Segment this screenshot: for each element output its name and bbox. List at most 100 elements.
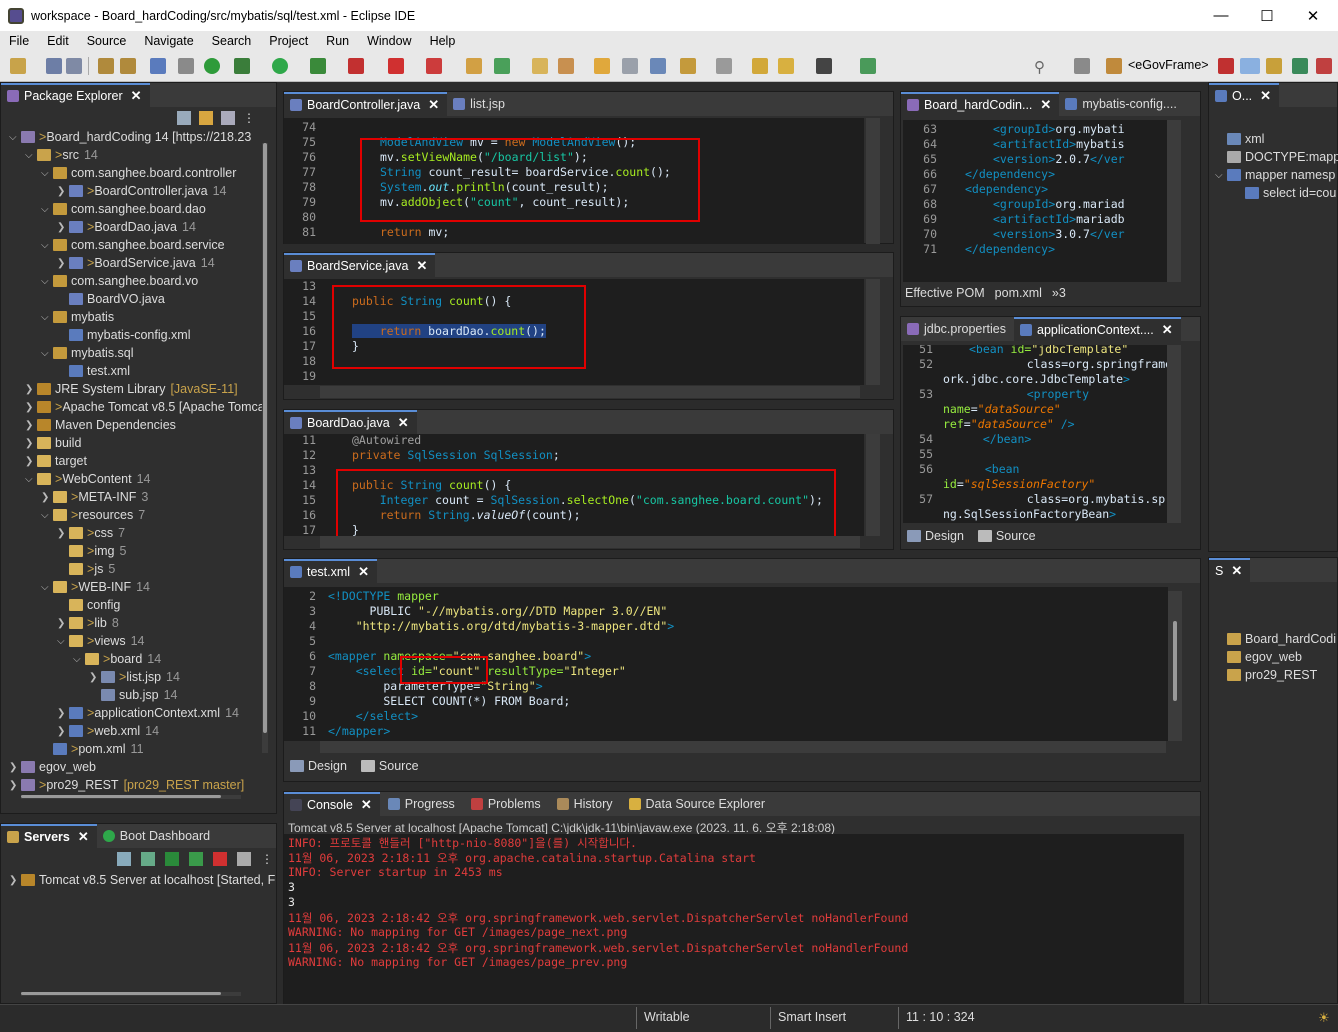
forward-icon[interactable] (816, 58, 832, 74)
service-hscrollbar[interactable] (320, 386, 860, 398)
chevron-down-icon[interactable]: ⌵ (1215, 170, 1227, 181)
chevron-down-icon[interactable]: ⌵ (57, 636, 69, 647)
profile-server-icon[interactable] (189, 852, 203, 866)
chevron-down-icon[interactable]: ⌵ (41, 204, 53, 215)
menu-navigate[interactable]: Navigate (135, 34, 202, 48)
tab-mybatis-config[interactable]: mybatis-config.... (1059, 92, 1184, 116)
menu-edit[interactable]: Edit (38, 34, 78, 48)
chevron-down-icon[interactable]: ⌵ (41, 510, 53, 521)
perspective-label[interactable]: <eGovFrame> (1128, 58, 1209, 72)
tab-problems[interactable]: Problems (465, 792, 549, 816)
debug-icon[interactable] (234, 58, 250, 74)
link-editor-icon[interactable] (199, 111, 213, 125)
chevron-down-icon[interactable]: ⌵ (41, 240, 53, 251)
tab-source[interactable]: Source (977, 529, 1036, 543)
tree-item[interactable]: ⌵ > WebContent 14 (25, 472, 150, 486)
open-folder-icon[interactable] (594, 58, 610, 74)
toggle-mark-icon[interactable] (622, 58, 638, 74)
tree-item[interactable]: ❯ egov_web (9, 760, 96, 774)
tab-jdbc-properties[interactable]: jdbc.properties (901, 317, 1014, 341)
tab-boarddao[interactable]: BoardDao.java ✕ (284, 410, 417, 434)
close-icon[interactable]: ✕ (1260, 88, 1271, 104)
filter-icon[interactable] (221, 111, 235, 125)
java-perspective-icon[interactable] (1218, 58, 1234, 74)
chevron-down-icon[interactable]: ⌵ (41, 348, 53, 359)
pom-scrollbar[interactable] (1167, 120, 1181, 282)
controller-scrollbar[interactable] (866, 118, 880, 244)
tab-design[interactable]: Design (290, 759, 347, 773)
service-code[interactable]: 13 14 public String count() {15 16 return b… (284, 279, 864, 385)
deployed-project-item[interactable]: pro29_REST (1227, 668, 1317, 682)
tree-item[interactable]: ❯ > META-INF 3 (41, 490, 148, 504)
tree-item[interactable]: ❯ > BoardService.java 14 (57, 256, 215, 270)
stop-server-icon[interactable] (213, 852, 227, 866)
lightbulb-icon[interactable]: ☀ (1318, 1010, 1330, 1026)
tree-item[interactable]: ⌵ com.sanghee.board.vo (41, 274, 198, 288)
chevron-down-icon[interactable]: ⌵ (41, 276, 53, 287)
save-icon[interactable] (46, 58, 62, 74)
menu-source[interactable]: Source (78, 34, 136, 48)
stop-server-icon[interactable] (348, 58, 364, 74)
new-icon[interactable] (10, 58, 26, 74)
chevron-down-icon[interactable]: ⌵ (41, 582, 53, 593)
menu-project[interactable]: Project (260, 34, 317, 48)
tree-item[interactable]: ⌵ com.sanghee.board.service (41, 238, 225, 252)
tree-item[interactable]: ⌵ > WEB-INF 14 (41, 580, 150, 594)
new-class-icon[interactable] (494, 58, 510, 74)
chevron-right-icon[interactable]: ❯ (9, 762, 21, 773)
tree-item[interactable]: ❯ build (25, 436, 81, 450)
tab-pom[interactable]: Board_hardCodin... ✕ (901, 92, 1060, 116)
close-icon[interactable]: ✕ (416, 258, 427, 274)
chevron-right-icon[interactable]: ❯ (25, 402, 37, 413)
close-icon[interactable]: ✕ (1162, 322, 1173, 338)
chevron-right-icon[interactable]: ❯ (25, 438, 37, 449)
save-all-icon[interactable] (66, 58, 82, 74)
tree-item[interactable]: > img 5 (57, 544, 126, 558)
tree-item[interactable]: BoardVO.java (57, 292, 165, 306)
controller-code[interactable]: 74 75 ModelAndView mv = new ModelAndView()… (284, 118, 864, 244)
close-window-button[interactable]: ✕ (1290, 0, 1336, 31)
open-task-icon[interactable] (558, 58, 574, 74)
tab-pom-xml[interactable]: pom.xml (995, 286, 1042, 300)
appctx-code[interactable]: 51 <bean id="jdbcTemplate" 52 class=org.sp… (903, 345, 1167, 523)
tree-item[interactable]: ⌵ > views 14 (57, 634, 144, 648)
tree-item[interactable]: ⌵ mybatis.sql (41, 346, 134, 360)
run-server-icon[interactable] (310, 58, 326, 74)
tab-boardcontroller[interactable]: BoardController.java ✕ (284, 92, 448, 116)
tree-item[interactable]: ⌵ > Board_hardCoding 14 [https://218.23 (9, 130, 251, 144)
close-icon[interactable]: ✕ (78, 829, 89, 845)
outline-item[interactable]: select id=cou (1233, 186, 1336, 200)
back-icon[interactable] (778, 58, 794, 74)
git-perspective-icon[interactable] (1316, 58, 1332, 74)
chevron-right-icon[interactable]: ❯ (25, 420, 37, 431)
tree-item[interactable]: ❯ JRE System Library [JavaSE-11] (25, 382, 238, 396)
close-icon[interactable]: ✕ (398, 415, 409, 431)
globe-icon[interactable] (650, 58, 666, 74)
menu-run[interactable]: Run (317, 34, 358, 48)
tree-item[interactable]: ⌵ > board 14 (73, 652, 161, 666)
testxml-code[interactable]: 2 <!DOCTYPE mapper 3 PUBLIC "-//mybatis.or… (284, 587, 1168, 741)
chevron-right-icon[interactable]: ❯ (9, 875, 21, 886)
view-menu-icon[interactable]: ⋮ (261, 852, 275, 866)
start-server-icon[interactable] (165, 852, 179, 866)
new-server-icon[interactable] (117, 852, 131, 866)
dao-scrollbar[interactable] (866, 434, 880, 536)
tree-item[interactable]: ❯ > web.xml 14 (57, 724, 159, 738)
tree-item[interactable]: ⌵ com.sanghee.board.controller (41, 166, 236, 180)
servers-hscrollbar[interactable] (21, 992, 241, 996)
package-hscrollbar[interactable] (21, 795, 241, 799)
chevron-down-icon[interactable]: ⌵ (25, 150, 37, 161)
tab-boot-dashboard[interactable]: Boot Dashboard (97, 824, 218, 848)
menu-window[interactable]: Window (358, 34, 420, 48)
jee-perspective-icon[interactable] (1266, 58, 1282, 74)
chevron-right-icon[interactable]: ❯ (57, 258, 69, 269)
external-tools-icon[interactable] (426, 58, 442, 74)
chevron-down-icon[interactable]: ⌵ (41, 312, 53, 323)
outline-item[interactable]: DOCTYPE:mapp (1215, 150, 1338, 164)
chevron-right-icon[interactable]: ❯ (41, 492, 53, 503)
view-menu-icon[interactable]: ⋮ (243, 111, 257, 125)
publish-icon[interactable] (237, 852, 251, 866)
debug-server-icon[interactable] (141, 852, 155, 866)
tree-item[interactable]: ❯ target (25, 454, 87, 468)
tab-progress[interactable]: Progress (382, 792, 463, 816)
